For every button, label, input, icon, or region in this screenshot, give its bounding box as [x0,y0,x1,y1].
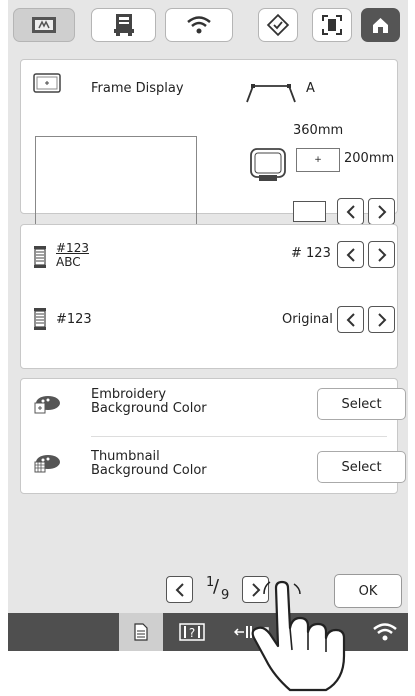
thread-brand-next-button[interactable] [368,306,395,333]
thread-number-next-button[interactable] [368,241,395,268]
tab-machine-settings[interactable] [91,8,156,42]
chevron-right-icon [377,204,386,219]
pointing-hand-illustration [251,580,346,692]
svg-text:?: ? [189,626,195,640]
top-tab-bar [8,0,408,48]
frame-next-button[interactable] [368,198,395,225]
number-display-panel: #123 ABC # 123 #123 Original [20,224,398,369]
frame-type-icon [246,84,296,103]
thread-number-line2: ABC [56,255,81,269]
palette-icon [34,455,60,473]
frame-size-diagram: + [296,148,340,172]
diamond-check-icon [266,13,290,37]
embroidery-bg-label-line1: Embroidery [91,387,167,402]
frame-preview [35,136,197,229]
chevron-left-icon [346,312,355,327]
thread-spool-icon [34,246,46,268]
thread-number-line1: #123 [56,241,89,255]
thread-number-prev-button[interactable] [337,241,364,268]
machine-icon [113,14,134,36]
chevron-right-icon [377,312,386,327]
home-button[interactable] [361,8,400,42]
frame-display-panel: Frame Display A 360mm + 200mm [20,59,398,229]
home-icon [373,18,388,33]
chevron-left-icon [175,582,184,597]
wifi-icon [187,16,211,34]
settings-page-tab[interactable] [119,613,163,651]
settings-screen: Frame Display A 360mm + 200mm #123 ABC #… [8,0,408,651]
thumbnail-bg-label-line1: Thumbnail [91,449,160,464]
page-separator: / [213,576,220,597]
embroidery-bg-label-line2: Background Color [91,401,207,416]
thumbnail-bg-select-button[interactable]: Select [317,451,406,483]
help-icon[interactable]: ? [179,623,205,641]
tab-wireless-settings[interactable] [165,8,233,42]
thread-number-value: # 123 [291,246,331,261]
frame-prev-button[interactable] [337,198,364,225]
page-prev-button[interactable] [166,576,193,603]
thread-brand-prev-button[interactable] [337,306,364,333]
chevron-right-icon [377,247,386,262]
wifi-status-icon [373,623,397,641]
page-total: 9 [221,588,230,603]
embroidery-settings-icon [32,17,56,33]
frame-size-icon [250,148,286,181]
frame-display-label: Frame Display [91,81,184,96]
background-color-panel: Embroidery Background Color Select Thumb… [20,378,406,494]
page-indicator: 1 / 9 [198,575,238,605]
tab-diagnostics[interactable] [258,8,298,42]
capture-frame-icon [322,15,342,35]
tab-embroidery-settings[interactable] [13,8,75,42]
frame-type-label: A [306,81,315,96]
document-icon [134,623,148,641]
divider [91,436,387,437]
frame-color-swatch [293,201,326,222]
thread-brand-label: #123 [56,312,92,327]
embroidery-bg-select-button[interactable]: Select [317,388,406,420]
palette-icon [34,396,60,414]
frame-display-icon [33,73,61,93]
thumbnail-bg-label-line2: Background Color [91,463,207,478]
chevron-left-icon [346,204,355,219]
frame-width-label: 360mm [293,123,344,138]
chevron-left-icon [346,247,355,262]
frame-height-label: 200mm [344,151,395,166]
thread-brand-value: Original [282,312,333,327]
thread-spool-icon [34,308,46,330]
tab-screen-capture[interactable] [312,8,352,42]
